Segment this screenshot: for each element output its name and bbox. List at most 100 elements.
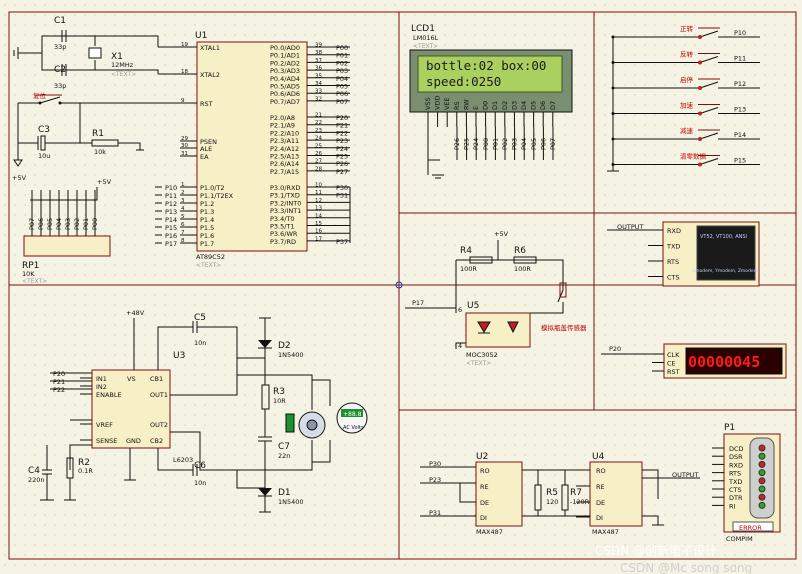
u1-pin-number: 15 [315, 221, 322, 227]
c5-ref: C5 [194, 313, 206, 323]
r5-value: 120 [546, 498, 558, 506]
driver-net-label: P21 [53, 378, 65, 386]
button-net-label: P15 [734, 157, 746, 165]
button-label: 正转 [680, 24, 694, 33]
rp1-pin-label: P07 [28, 218, 36, 230]
schematic-sheet: U1 AT89C52 <TEXT> XTAL1 19 XTAL2 18 RST 9 PSEN… [0, 0, 802, 574]
mcu-u1[interactable]: U1 AT89C52 <TEXT> XTAL119XTAL218RST9PSEN… [155, 31, 351, 269]
u1-net-label: P11 [165, 192, 177, 200]
c1-value: 33p [54, 43, 66, 51]
counter-pin-label: CLK [667, 351, 680, 359]
p1-pin-label: RXD [729, 461, 743, 469]
button-junction [611, 35, 615, 39]
button-junction [611, 86, 615, 90]
voltmeter-reading: +88.8 [343, 411, 362, 418]
u4-ref: U4 [592, 452, 605, 462]
button-label: 启停 [680, 75, 694, 84]
r7-ref: R7 [570, 488, 582, 498]
u5-part: MOC3052 [466, 351, 498, 359]
p1-ref: P1 [724, 423, 735, 433]
button-dot [698, 162, 702, 167]
u2-pin-name: DE [480, 499, 489, 507]
lcd-pin-label: RS [453, 101, 461, 110]
p1-pin-label: RTS [729, 470, 741, 478]
u1-pin-number: 26 [315, 151, 322, 157]
vterm-subtitle: Xmodem, Ymodem, Zmodem [692, 268, 758, 274]
u3-pin-name: CB1 [150, 375, 163, 383]
counter-value: 00000045 [688, 353, 760, 371]
com-port-p1: P1 DCDDSRRXDRTSTXDCTSDTRRI ERROR COMPIM [712, 423, 781, 543]
lcd-line-2: speed:0250 [426, 74, 501, 89]
u3-pin-name: VREF [96, 421, 113, 429]
button-dot [698, 35, 702, 39]
lcd-net-label: P25 [463, 138, 471, 150]
c3-value: 10u [38, 152, 50, 160]
p1-error: ERROR [739, 524, 762, 532]
u3-pin-name: IN1 [96, 375, 107, 383]
u1-pin-number: 34 [315, 81, 322, 87]
opto-net-label: P17 [412, 299, 424, 307]
p1-pin-led [758, 485, 766, 493]
u4-pin-name: DE [596, 499, 605, 507]
counter-display: P20 00000045 CLKCERST [601, 343, 787, 379]
r1-value: 10k [94, 148, 106, 156]
voltmeter-unit: AC Volts [343, 425, 364, 431]
rp1-value: 10K [22, 270, 35, 278]
counter-pin-label: RST [667, 368, 680, 376]
lcd-text: <TEXT> [413, 43, 438, 50]
rp1-pin-label: P02 [73, 218, 81, 230]
opto-vcc-label: +5V [494, 230, 509, 238]
u3-pin-name: CB2 [150, 437, 163, 445]
r3-value: 10R [273, 397, 286, 405]
u1-pin-number: 24 [315, 136, 322, 142]
rp1-pin-label: P04 [55, 218, 63, 230]
d1-ref: D1 [278, 488, 291, 498]
u1-pin-number: 37 [315, 58, 322, 64]
button-junction [611, 61, 615, 64]
u1-pin-name: P1.7 [200, 240, 214, 248]
r2-value: 0.1R [78, 467, 93, 475]
r4-value: 100R [460, 265, 477, 273]
u1-net-label: P10 [165, 184, 177, 192]
u1-pin-number: 31 [181, 151, 188, 157]
lcd-pin-label: VEE [443, 97, 451, 110]
u1-pin-name: XTAL1 [200, 44, 220, 52]
d1-value: 1N5400 [278, 498, 304, 506]
rp1-pin-label: P01 [82, 218, 90, 230]
c3-ref: C3 [38, 125, 50, 135]
u1-net-label: P16 [165, 232, 177, 240]
u1-pin-number: 14 [315, 213, 322, 219]
r6-ref: R6 [514, 246, 526, 256]
u1-pin-name: P1.5 [200, 224, 214, 232]
button-net-label: P14 [734, 131, 746, 139]
vterm-pin-label: CTS [667, 274, 680, 282]
rp1-pin-label: P06 [37, 218, 45, 230]
counter-pin-label: CE [667, 360, 676, 368]
u1-pin-name: EA [200, 153, 209, 161]
button-junction [611, 163, 615, 166]
button-net-label: P12 [734, 80, 746, 88]
u1-net-label: P17 [165, 240, 177, 248]
lcd-net-label: P05 [530, 138, 538, 150]
c2-ref: C2 [54, 65, 66, 75]
u2-pin-name: DI [480, 514, 487, 522]
u1-pin-number: 29 [181, 136, 188, 142]
lcd-pin-label: D0 [482, 101, 490, 110]
lcd-pin-label: D1 [491, 101, 499, 110]
button-net-label: P10 [734, 29, 746, 37]
u1-pin-number: 30 [181, 143, 188, 149]
u2-enable-wire [459, 483, 476, 503]
schematic-canvas: U1 AT89C52 <TEXT> XTAL119XTAL218RST9PSEN… [8, 11, 797, 574]
button-contact [699, 56, 719, 63]
reset-circuit[interactable]: 复位 +5V C3 10u R1 10k [12, 91, 197, 182]
r6-value: 100R [514, 265, 531, 273]
p1-part: COMPIM [726, 535, 753, 543]
c6-value: 10n [194, 479, 206, 487]
u1-pin-name: P1.4 [200, 216, 214, 224]
u1-net-label: P13 [165, 208, 177, 216]
button-dot [698, 111, 702, 116]
u1-pin-number: 7 [181, 230, 185, 236]
p1-pin-label: CTS [729, 486, 742, 494]
u1-pin-number: 2 [181, 190, 185, 196]
u3-pin-name: SENSE [96, 437, 117, 445]
